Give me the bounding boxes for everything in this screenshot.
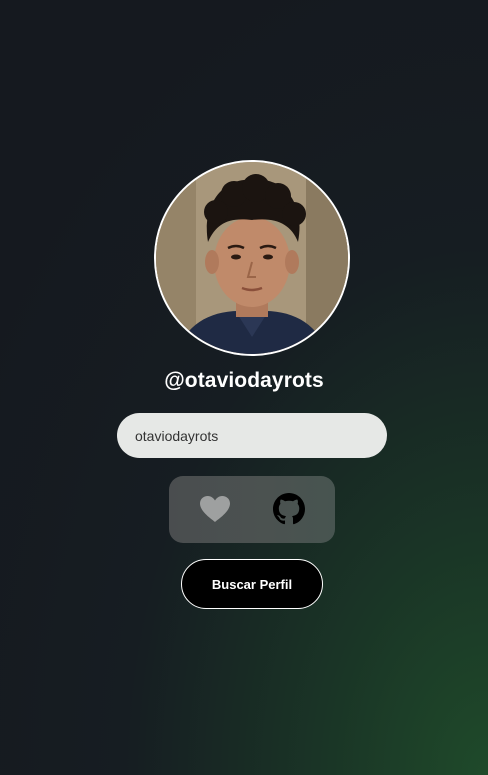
profile-username: @otaviodayrots bbox=[164, 369, 324, 392]
heart-icon bbox=[200, 496, 230, 522]
search-profile-button[interactable]: Buscar Perfil bbox=[181, 559, 323, 609]
favorite-button[interactable] bbox=[197, 491, 233, 527]
avatar-photo bbox=[156, 162, 348, 354]
profile-search-app: @otaviodayrots Buscar Perfil bbox=[0, 0, 488, 775]
avatar bbox=[154, 160, 350, 356]
github-icon bbox=[273, 493, 305, 525]
github-button[interactable] bbox=[271, 491, 307, 527]
username-search-input[interactable] bbox=[117, 413, 387, 458]
actions-panel bbox=[169, 476, 335, 543]
